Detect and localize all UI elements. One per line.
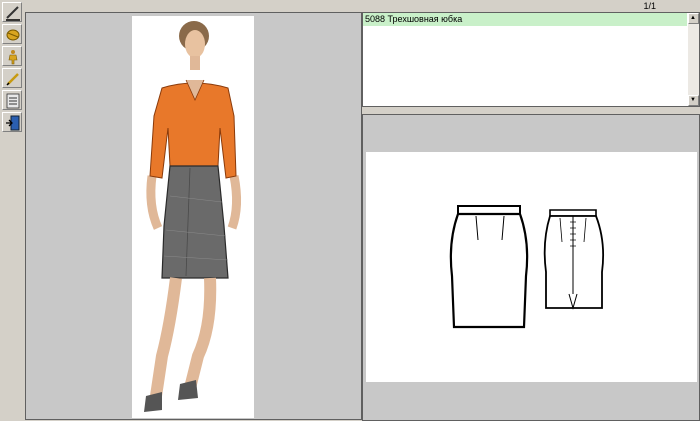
list-item[interactable]: 5088 Трехшовная юбка xyxy=(363,13,687,26)
skirt-front-view xyxy=(449,205,529,329)
pencil-line-icon xyxy=(6,6,20,21)
left-toolbar xyxy=(0,0,24,421)
skirt-flat-sketch xyxy=(449,205,605,329)
technical-drawing xyxy=(366,152,697,382)
toolbar-button-list[interactable] xyxy=(2,90,22,110)
exit-door-icon xyxy=(6,115,20,131)
toolbar-button-fabric[interactable] xyxy=(2,24,22,44)
model-illustration-panel xyxy=(25,12,362,420)
toolbar-button-sketch[interactable] xyxy=(2,2,22,22)
toolbar-button-exit[interactable] xyxy=(2,112,22,132)
figure-icon xyxy=(8,50,18,65)
toolbar-button-pen[interactable] xyxy=(2,68,22,88)
model-illustration xyxy=(132,16,254,418)
fabric-roll-icon xyxy=(6,29,20,41)
skirt-back-view xyxy=(543,209,605,310)
pen-icon xyxy=(6,73,19,86)
list-item-label: 5088 Трехшовная юбка xyxy=(365,14,463,24)
arrow-down-icon: ▼ xyxy=(690,97,696,103)
model-list: 5088 Трехшовная юбка ▲ ▼ xyxy=(362,12,700,107)
page-counter: 1/1 xyxy=(643,1,656,11)
toolbar-button-figure[interactable] xyxy=(2,46,22,66)
scroll-up-button[interactable]: ▲ xyxy=(688,13,699,24)
fashion-figure-image xyxy=(144,21,242,412)
scroll-down-button[interactable]: ▼ xyxy=(688,95,699,106)
list-scrollbar[interactable]: ▲ ▼ xyxy=(688,13,699,106)
document-list-icon xyxy=(6,93,20,109)
technical-drawing-panel xyxy=(362,114,700,421)
arrow-up-icon: ▲ xyxy=(690,15,696,21)
